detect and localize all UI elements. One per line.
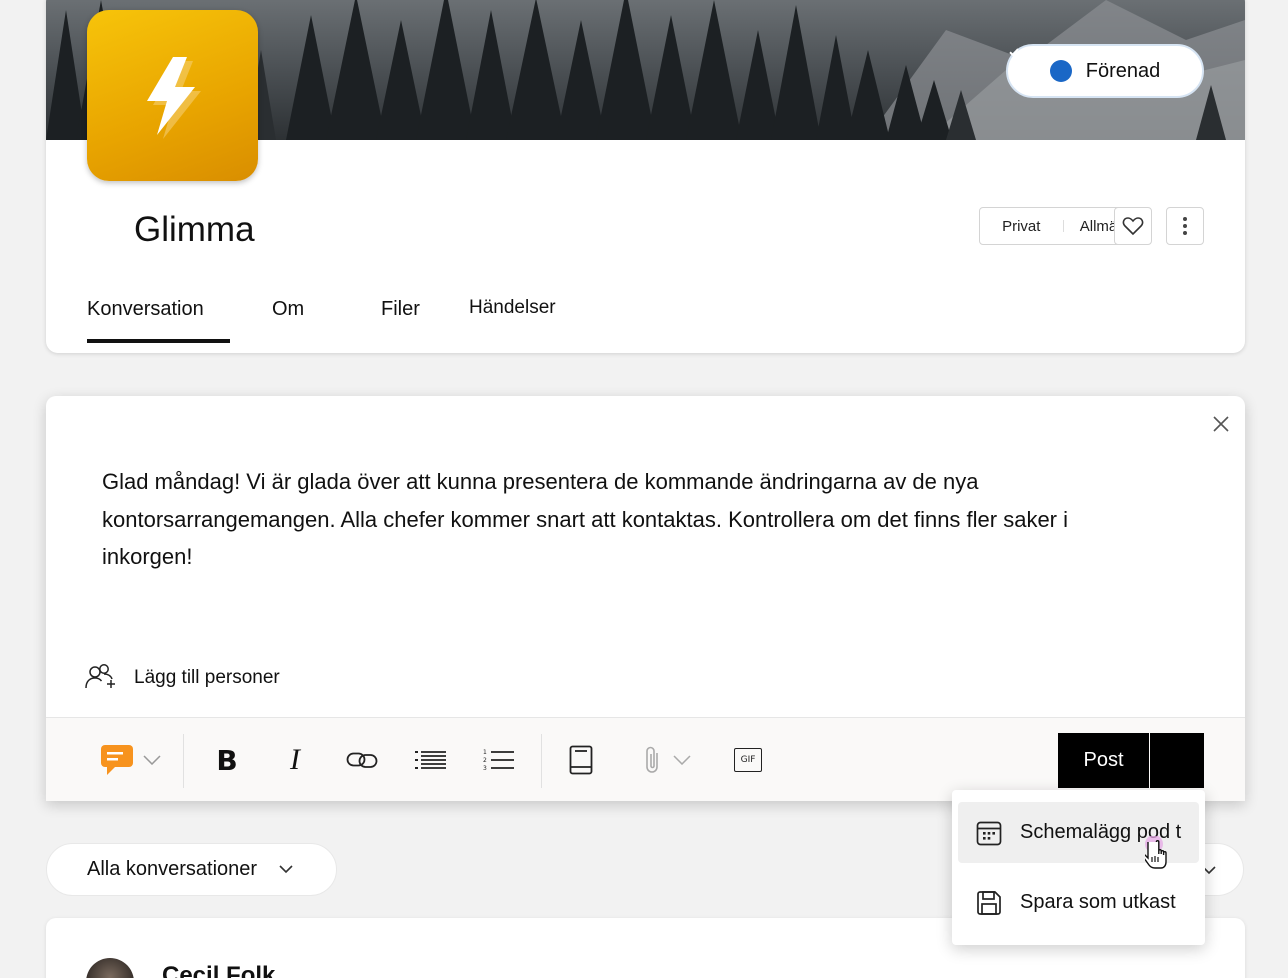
tab-label: Konversation (87, 298, 204, 320)
link-button[interactable] (344, 718, 380, 802)
composer-toolbar: B I 123 GIF Post (46, 717, 1245, 801)
chevron-down-icon (143, 755, 161, 765)
joined-label: Förenad (1085, 59, 1161, 82)
community-logo (87, 10, 258, 181)
more-vertical-icon (1183, 217, 1187, 235)
filter-label: Alla konversationer (87, 858, 258, 880)
tab-filer[interactable]: Filer (381, 290, 469, 343)
more-options-button[interactable] (1166, 207, 1204, 245)
numbered-list-button[interactable]: 123 (482, 718, 516, 802)
add-people-icon (85, 664, 115, 689)
chevron-down-icon (279, 865, 293, 874)
save-draft-menu-item[interactable]: Spara som utkast (958, 872, 1199, 933)
svg-text:3: 3 (483, 765, 487, 772)
avatar[interactable] (86, 958, 134, 978)
post-author[interactable]: Cecil Folk (162, 962, 275, 978)
book-icon (569, 745, 593, 775)
community-name: Glimma (134, 210, 255, 249)
tab-label: Filer (381, 298, 420, 320)
favorite-button[interactable] (1114, 207, 1152, 245)
attach-file-button[interactable] (640, 718, 696, 802)
tab-om[interactable]: Om (272, 290, 381, 343)
knowledge-button[interactable] (566, 718, 596, 802)
bulleted-list-button[interactable] (414, 718, 448, 802)
toolbar-divider (183, 734, 184, 788)
svg-text:1: 1 (483, 749, 487, 756)
hand-pointer-cursor-icon (1142, 835, 1177, 877)
add-people-button[interactable]: Lägg till personer (84, 663, 280, 693)
post-composer: Glad måndag! Vi är glada över att kunna … (46, 396, 1245, 801)
link-icon (346, 752, 378, 768)
calendar-icon (976, 821, 1002, 845)
message-body[interactable]: Glad måndag! Vi är glada över att kunna … (102, 463, 1132, 576)
bulleted-list-icon (415, 751, 446, 769)
privacy-private[interactable]: Privat (980, 218, 1063, 235)
save-draft-label: Spara som utkast (1020, 891, 1176, 913)
post-type-selector[interactable] (94, 718, 166, 802)
tab-konversation[interactable]: Konversation (87, 290, 272, 343)
bold-button[interactable]: B (210, 718, 244, 802)
heart-icon (1122, 217, 1144, 236)
lightning-bolt-icon (146, 56, 201, 139)
add-people-label: Lägg till personer (134, 667, 280, 688)
save-icon (977, 890, 1001, 915)
svg-text:2: 2 (483, 757, 487, 764)
italic-button[interactable]: I (278, 718, 312, 802)
numbered-list-icon: 123 (483, 749, 514, 772)
chevron-down-icon (673, 755, 691, 765)
tab-handelser[interactable]: Händelser (469, 290, 556, 343)
gif-icon: GIF (734, 748, 762, 772)
gif-button[interactable]: GIF (733, 718, 763, 802)
joined-button[interactable]: Förenad (1006, 44, 1204, 98)
tab-label: Om (272, 298, 305, 320)
gif-label: GIF (740, 755, 756, 765)
community-tabs: Konversation Om Filer Händelser (87, 290, 556, 343)
checkmark-icon (1009, 48, 1072, 82)
close-composer-button[interactable] (1210, 413, 1232, 435)
close-icon (1213, 416, 1229, 432)
tab-label: Händelser (469, 297, 556, 318)
post-button[interactable]: Post (1058, 733, 1149, 788)
post-options-dropdown-button[interactable] (1150, 733, 1204, 788)
paperclip-icon (646, 746, 658, 773)
praise-chat-icon (101, 745, 133, 775)
conversation-filter-dropdown[interactable]: Alla konversationer (46, 843, 337, 896)
toolbar-divider (541, 734, 542, 788)
